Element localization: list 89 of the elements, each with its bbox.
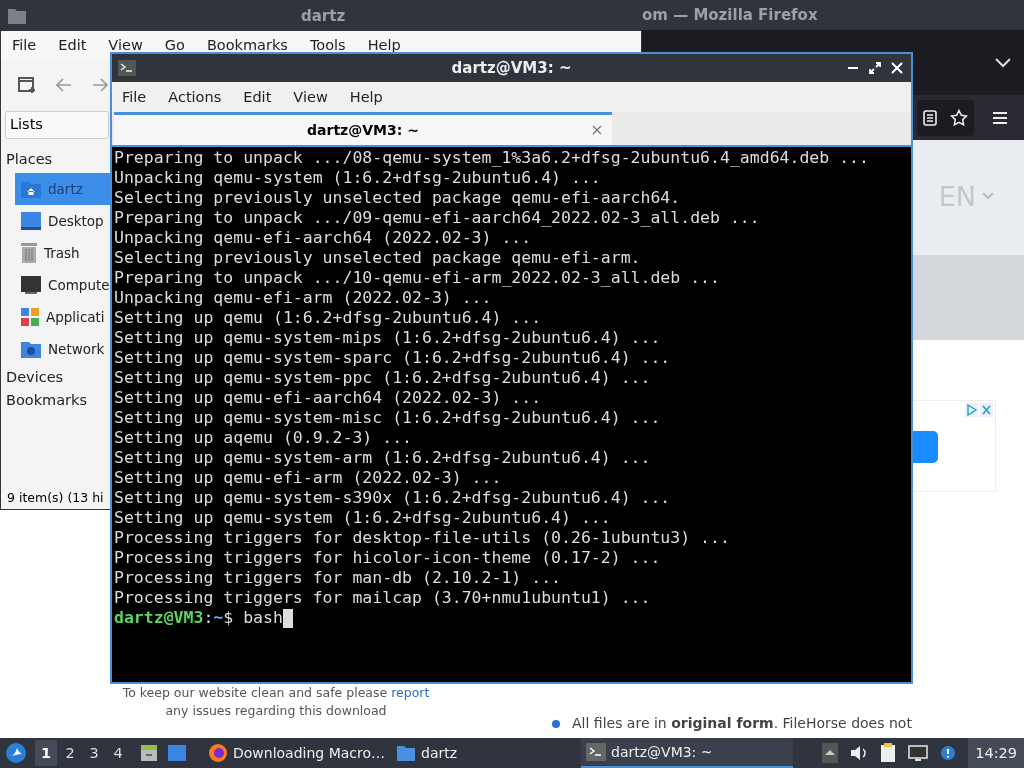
window-title: dartz@VM3: ~ (451, 59, 572, 77)
output-line: Setting up qemu-system-sparc (1:6.2+dfsg-2ubuntu6.4) ... (114, 348, 672, 368)
output-line: Selecting previously unselected package qemu-efi-arm. (114, 248, 642, 268)
speaker-icon[interactable] (850, 745, 869, 761)
section-heading[interactable]: Devices (1, 365, 106, 389)
output-line: Processing triggers for mailcap (3.70+nmu1ubuntu1) ... (114, 588, 652, 608)
report-link[interactable]: report (391, 685, 430, 700)
forward-icon[interactable] (92, 78, 108, 92)
drawer-icon[interactable] (139, 743, 159, 763)
menu-item[interactable]: Bookmarks (206, 37, 288, 53)
output-line: Setting up aqemu (0.9.2-3) ... (114, 428, 413, 448)
prompt-line: dartz@VM3:~$ bash (114, 608, 283, 628)
output-line: Unpacking qemu-efi-aarch64 (2022.02-3) ... (114, 228, 533, 248)
info-icon[interactable] (940, 745, 957, 761)
feature-text: All files are in original form. FileHorse does not (572, 715, 912, 731)
sidebar-item[interactable]: Applicati (15, 301, 110, 333)
workspace-button[interactable]: 4 (107, 740, 129, 766)
notice-text: To keep our website clean and safe please report any issues regarding this download (121, 684, 431, 720)
menu-item[interactable]: File (12, 37, 37, 53)
menu-item[interactable]: Tools (309, 37, 346, 53)
output-line: Processing triggers for desktop-file-utils (0.26-1ubuntu3) ... (114, 528, 731, 548)
view-dropdown[interactable]: Lists (5, 111, 109, 139)
chevron-icon[interactable] (995, 57, 1011, 68)
clock[interactable]: 14:29 (968, 738, 1024, 768)
menu-item[interactable]: Edit (58, 37, 87, 53)
window-title: om — Mozilla Firefox (642, 6, 818, 24)
section-heading[interactable]: Bookmarks (1, 389, 106, 411)
trash-icon (20, 242, 38, 264)
menu-item[interactable]: File (122, 89, 147, 105)
status-text: 9 item(s) (13 hi (6, 490, 105, 505)
window-icon[interactable] (167, 744, 187, 762)
workspace-button[interactable]: 1 (35, 740, 57, 766)
network-folder-icon (20, 339, 42, 359)
reader-icon[interactable] (923, 109, 937, 126)
back-icon[interactable] (56, 78, 72, 92)
home-folder-icon (20, 179, 42, 199)
menu-item[interactable]: Help (367, 37, 401, 53)
output-line: Setting up qemu-system-ppc (1:6.2+dfsg-2ubuntu6.4) ... (114, 368, 652, 388)
output-line: Processing triggers for hicolor-icon-theme (0.17-2) ... (114, 548, 662, 568)
new-window-icon[interactable] (18, 76, 36, 94)
folder-icon (7, 7, 27, 25)
browser-icon (208, 743, 228, 763)
menu-item[interactable]: Go (164, 37, 185, 53)
output-line: Preparing to unpack .../09-qemu-efi-aarch64_2022.02-3_all.deb ... (114, 208, 761, 228)
star-icon[interactable] (950, 108, 968, 127)
menu-item[interactable]: View (293, 89, 328, 105)
output-line: Unpacking qemu-system (1:6.2+dfsg-2ubuntu6.4) ... (114, 168, 602, 188)
taskbar-button[interactable]: dartz@VM3: ~ (581, 738, 793, 768)
output-line: Setting up qemu-system-misc (1:6.2+dfsg-2ubuntu6.4) ... (114, 408, 662, 428)
monitor-icon[interactable] (908, 745, 929, 761)
text-cursor (282, 608, 293, 628)
output-line: Setting up qemu-system (1:6.2+dfsg-2ubuntu6.4) ... (114, 508, 612, 528)
workspace-button[interactable]: 2 (59, 740, 81, 766)
output-line: Setting up qemu-efi-aarch64 (2022.02-3) ... (114, 388, 543, 408)
window-title: dartz (301, 7, 346, 25)
terminal-icon (586, 743, 606, 761)
monitor-icon (20, 275, 42, 295)
desktop-icon (20, 211, 42, 231)
menu-item[interactable]: Edit (243, 89, 272, 105)
sidebar-item[interactable]: Desktop (15, 205, 110, 237)
sidebar-item[interactable]: Network (15, 333, 110, 365)
sidebar-item[interactable]: Compute (15, 269, 110, 301)
maximize-icon[interactable] (869, 62, 881, 74)
menu-item[interactable]: Actions (168, 89, 222, 105)
taskbar-button[interactable]: dartz (391, 738, 581, 768)
menu-item[interactable]: Help (349, 89, 383, 105)
output-line: Setting up qemu-system-arm (1:6.2+dfsg-2ubuntu6.4) ... (114, 448, 652, 468)
menu-item[interactable]: View (108, 37, 143, 53)
clipboard-icon[interactable] (880, 743, 897, 763)
output-line: Setting up qemu-system-mips (1:6.2+dfsg-2ubuntu6.4) ... (114, 328, 662, 348)
output-line: Setting up qemu-system-s390x (1:6.2+dfsg-2ubuntu6.4) ... (114, 488, 672, 508)
output-line: Setting up qemu (1:6.2+dfsg-2ubuntu6.4) ... (114, 308, 543, 328)
output-line: Preparing to unpack .../08-qemu-system_1%3a6.2+dfsg-2ubuntu6.4_amd64.deb ... (114, 148, 870, 168)
address-bar[interactable] (917, 99, 974, 136)
output-line: Setting up qemu-efi-arm (2022.02-3) ... (114, 468, 503, 488)
output-line: Processing triggers for man-db (2.10.2-1) ... (114, 568, 563, 588)
folder-icon (396, 744, 416, 762)
output-line: Unpacking qemu-efi-arm (2022.02-3) ... (114, 288, 493, 308)
menu-icon[interactable] (992, 110, 1008, 125)
terminal-icon (118, 60, 136, 76)
taskbar-button[interactable]: Downloading Macro… (203, 738, 391, 768)
sidebar-item[interactable]: Trash (15, 237, 110, 269)
section-heading: Places (5, 150, 54, 169)
output-line: Selecting previously unselected package qemu-efi-aarch64. (114, 188, 682, 208)
output-line: Preparing to unpack .../10-qemu-efi-arm_2022.02-3_all.deb ... (114, 268, 721, 288)
workspace-button[interactable]: 3 (83, 740, 105, 766)
apps-icon (20, 307, 40, 327)
terminal-tab[interactable]: dartz@VM3: ~ (114, 112, 612, 145)
bullet-icon (552, 720, 560, 728)
